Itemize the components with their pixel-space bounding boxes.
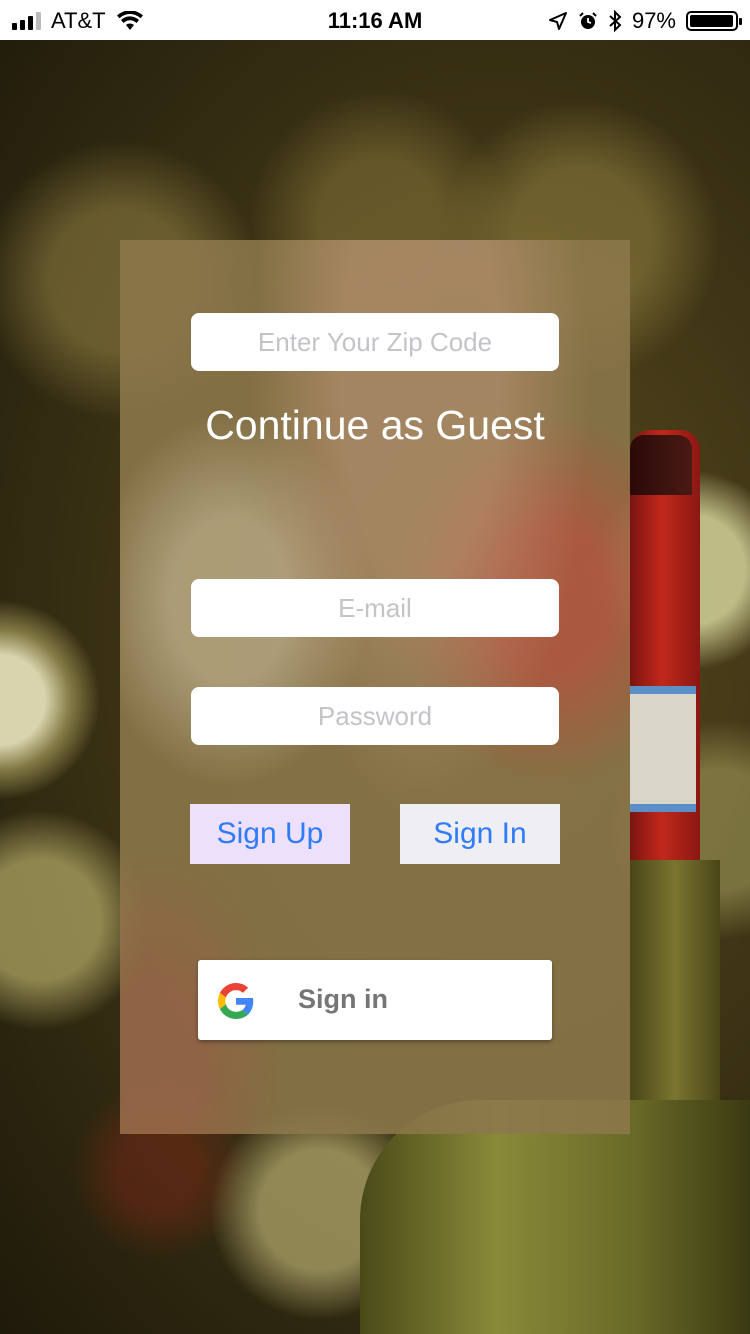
password-input[interactable] (191, 687, 559, 745)
battery-percent: 97% (631, 8, 676, 33)
sign-in-button[interactable]: Sign In (400, 804, 560, 864)
alarm-icon (579, 12, 597, 29)
bottle-cap-image (630, 435, 692, 495)
zip-code-input[interactable] (191, 313, 559, 371)
google-g-icon (218, 983, 254, 1019)
bluetooth-icon (609, 10, 622, 32)
sign-up-button[interactable]: Sign Up (190, 804, 350, 864)
wine-bottle-image (360, 1100, 750, 1334)
google-sign-in-label: Sign in (298, 984, 388, 1014)
bottle-label-image (630, 686, 696, 812)
continue-as-guest-link[interactable]: Continue as Guest (120, 402, 630, 449)
email-input[interactable] (191, 579, 559, 637)
status-right: 97% (548, 8, 742, 34)
google-sign-in-button[interactable]: Sign in (198, 960, 552, 1040)
status-bar: AT&T 11:16 AM 97% (0, 0, 750, 40)
login-card: Continue as Guest Sign Up Sign In Sign i… (120, 240, 630, 1134)
battery-icon (686, 11, 742, 31)
location-arrow-icon (548, 12, 567, 30)
battery-fill (690, 15, 733, 27)
